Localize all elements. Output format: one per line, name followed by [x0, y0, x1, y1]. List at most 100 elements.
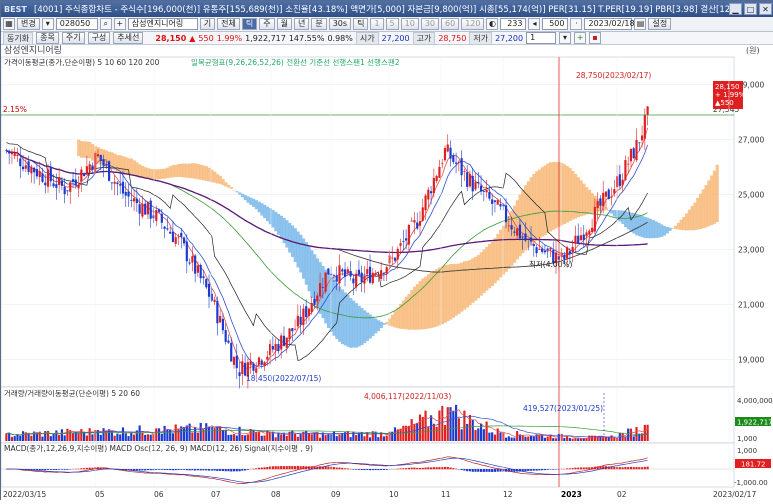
add-icon[interactable]: +: [114, 18, 126, 30]
macd-tag-label: 181.72: [741, 461, 766, 469]
macd-osc-bar: [569, 468, 571, 469]
settings-button[interactable]: 설정: [648, 18, 671, 30]
minus-icon[interactable]: ▪: [589, 32, 601, 44]
ichimoku-cloud-segment: [641, 216, 644, 237]
price-unit-label: (원): [746, 46, 760, 55]
candle-body: [377, 276, 379, 277]
maximize-icon[interactable]: □: [744, 3, 757, 15]
candle-body: [16, 155, 18, 156]
ichimoku-cloud-segment: [693, 203, 696, 231]
close-icon[interactable]: ✕: [759, 3, 772, 15]
ichimoku-cloud-segment: [355, 303, 358, 348]
max-count-field[interactable]: 500: [542, 18, 568, 30]
period-button-5[interactable]: 년: [294, 18, 309, 30]
code-input[interactable]: 028050: [56, 18, 98, 30]
candle-body: [177, 237, 179, 238]
candle-body: [277, 344, 279, 351]
candle-body: [599, 198, 601, 205]
ichimoku-cloud-segment: [83, 141, 86, 158]
volume-bar: [227, 435, 229, 441]
candle-body: [241, 361, 243, 374]
search-icon[interactable]: ⌕: [100, 18, 112, 30]
candle-body: [19, 158, 21, 166]
market-select[interactable]: 변경: [17, 18, 40, 30]
dropdown-icon[interactable]: ▾: [42, 18, 54, 30]
date-input[interactable]: 2023/02/18: [584, 18, 632, 30]
x-axis-tick-1: 05: [95, 490, 105, 499]
vol-tag-label: 1,922,717: [737, 419, 773, 427]
minute-button-3[interactable]: 30: [421, 18, 439, 30]
ichimoku-cloud-segment: [91, 144, 94, 161]
chart-canvas[interactable]: 삼성엔지니어링 (원) 가격이동평균(종가,단순이평) 5 10 60 120 …: [1, 45, 773, 501]
period-button-2[interactable]: 틱: [242, 18, 257, 30]
volume-bar: [305, 430, 307, 441]
period-button-4[interactable]: 월: [277, 18, 292, 30]
volume-bar: [438, 410, 440, 441]
volume-bar: [166, 430, 168, 441]
period-button-0[interactable]: 기: [200, 18, 215, 30]
candle-body: [547, 249, 549, 251]
volume-bar: [116, 434, 118, 441]
candle-body: [488, 192, 490, 199]
tab-trendline[interactable]: 추세선: [113, 32, 143, 44]
plus-icon[interactable]: +: [574, 32, 586, 44]
chart-area[interactable]: 삼성엔지니어링 (원) 가격이동평균(종가,단순이평) 5 10 60 120 …: [1, 45, 773, 501]
vol-high-annotation: 4,006,117(2022/11/03): [364, 392, 451, 401]
sync-label[interactable]: 동기화: [3, 32, 33, 45]
minute-button-1[interactable]: 5: [386, 18, 399, 30]
candle-body: [422, 207, 424, 220]
candle-body: [344, 269, 346, 276]
minute-button-4[interactable]: 60: [441, 18, 459, 30]
period-button-6[interactable]: 분: [311, 18, 326, 30]
candle-body: [644, 114, 646, 138]
volume-bar: [161, 434, 163, 441]
arrow-left-icon[interactable]: ◂: [528, 18, 540, 30]
low-label: 저가: [469, 32, 492, 45]
calendar-icon[interactable]: ▤: [634, 18, 646, 30]
candle-body: [297, 316, 299, 327]
candle-body: [391, 258, 393, 259]
chevron-down-icon[interactable]: ▾: [559, 32, 571, 44]
volume-bar: [347, 431, 349, 441]
volume-bar: [544, 438, 546, 441]
period-button-1[interactable]: 전체: [217, 18, 240, 30]
grid-icon[interactable]: ▦: [3, 18, 15, 30]
count-input[interactable]: 233: [500, 18, 526, 30]
macd-osc-bar: [572, 468, 574, 469]
macd-osc-bar: [583, 467, 585, 469]
volume-bar: [261, 436, 263, 441]
zoom-icon[interactable]: ◐: [486, 18, 498, 30]
toolbar: ▦ 변경 ▾ 028050 ⌕ + 삼성엔지니어링 기 전체 틱 주 월 년 분…: [1, 17, 773, 32]
low-annotation: 18,450(2022/07/15): [246, 374, 321, 383]
period-button-8[interactable]: 틱: [353, 18, 368, 30]
ichimoku-cloud-segment: [194, 163, 197, 178]
volume-ratio: 147.55%: [289, 34, 325, 43]
dot-icon[interactable]: ·: [570, 18, 582, 30]
tab-compose[interactable]: 구성: [88, 32, 111, 44]
macd-osc-bar: [566, 468, 568, 469]
vol-axis-top: 4,000,000: [737, 397, 773, 405]
minute-button-2[interactable]: 10: [401, 18, 419, 30]
minimize-icon[interactable]: ▁: [729, 3, 742, 15]
period-button-7[interactable]: 30s: [329, 18, 351, 30]
minute-button-0[interactable]: 1: [370, 18, 383, 30]
macd-osc-bar: [227, 469, 229, 471]
period-button-3[interactable]: 주: [259, 18, 274, 30]
vol-mid-annotation: 419,527(2023/01/25): [523, 404, 603, 413]
volume-bar: [572, 439, 574, 441]
x-axis-tick-7: 11: [441, 490, 451, 499]
macd-osc-bar: [283, 466, 285, 469]
page-select[interactable]: 1: [526, 32, 556, 44]
macd-osc-bar: [644, 467, 646, 469]
candle-body: [252, 363, 254, 370]
macd-osc-bar: [341, 468, 343, 469]
candle-body: [72, 179, 74, 182]
minute-button-5[interactable]: 120: [461, 18, 484, 30]
tab-stock[interactable]: 종목: [36, 32, 59, 44]
volume-bar: [319, 438, 321, 441]
tab-period[interactable]: 주기: [62, 32, 85, 44]
ichimoku-cloud-segment: [552, 162, 555, 230]
ichimoku-cloud-segment: [230, 187, 233, 189]
ichimoku-cloud-segment: [682, 217, 685, 230]
macd-osc-bar: [200, 469, 202, 470]
